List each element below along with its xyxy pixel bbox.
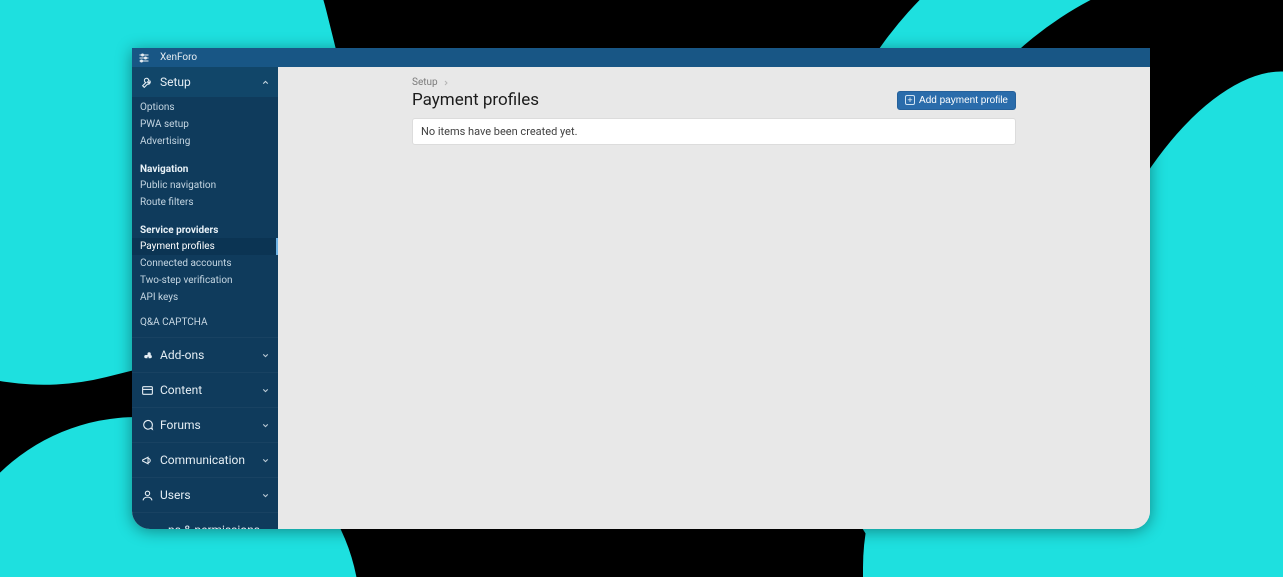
sidebar-item-public-navigation[interactable]: Public navigation bbox=[132, 177, 278, 194]
add-button-label: Add payment profile bbox=[919, 95, 1008, 106]
sidebar: Setup Options PWA setup Advertising Navi… bbox=[132, 67, 278, 529]
nav-section-content-label: Content bbox=[160, 383, 261, 397]
chevron-down-icon bbox=[261, 491, 270, 500]
main-content: Setup Payment profiles + Add payment pro… bbox=[278, 67, 1150, 529]
page-header-row: Payment profiles + Add payment profile bbox=[412, 90, 1016, 110]
topbar-brand[interactable]: XenForo bbox=[160, 52, 197, 63]
chevron-down-icon bbox=[261, 456, 270, 465]
sidebar-item-options[interactable]: Options bbox=[132, 99, 278, 116]
topbar: XenForo bbox=[132, 48, 1150, 67]
content-icon bbox=[140, 383, 154, 397]
user-icon bbox=[140, 488, 154, 502]
wrench-icon bbox=[140, 75, 154, 89]
nav-section-groups-permissions[interactable]: ps & permissions bbox=[132, 512, 278, 529]
nav-section-users-label: Users bbox=[160, 488, 261, 502]
sidebar-item-advertising[interactable]: Advertising bbox=[132, 133, 278, 150]
chevron-down-icon bbox=[261, 526, 270, 530]
sidebar-item-connected-accounts[interactable]: Connected accounts bbox=[132, 255, 278, 272]
sidebar-group-service-providers: Service providers bbox=[132, 219, 278, 238]
content-wrap: Setup Payment profiles + Add payment pro… bbox=[412, 77, 1016, 145]
nav-section-content[interactable]: Content bbox=[132, 372, 278, 407]
chevron-down-icon bbox=[261, 421, 270, 430]
sidebar-item-payment-profiles[interactable]: Payment profiles bbox=[132, 238, 278, 255]
add-payment-profile-button[interactable]: + Add payment profile bbox=[897, 91, 1016, 110]
app-window: XenForo Setup Options PWA setup Advertis… bbox=[132, 48, 1150, 529]
sidebar-item-api-keys[interactable]: API keys bbox=[132, 289, 278, 306]
sidebar-item-qa-captcha[interactable]: Q&A CAPTCHA bbox=[132, 314, 278, 331]
megaphone-icon bbox=[140, 453, 154, 467]
page-title: Payment profiles bbox=[412, 90, 539, 110]
nav-section-forums-label: Forums bbox=[160, 418, 261, 432]
nav-section-setup[interactable]: Setup bbox=[132, 67, 278, 97]
sidebar-item-route-filters[interactable]: Route filters bbox=[132, 194, 278, 211]
nav-section-communication-label: Communication bbox=[160, 453, 261, 467]
chevron-down-icon bbox=[261, 351, 270, 360]
breadcrumb: Setup bbox=[412, 77, 1016, 88]
chevron-up-icon bbox=[261, 78, 270, 87]
chat-icon bbox=[140, 418, 154, 432]
empty-state-message: No items have been created yet. bbox=[412, 118, 1016, 145]
nav-section-addons[interactable]: Add-ons bbox=[132, 337, 278, 372]
chevron-right-icon bbox=[442, 79, 450, 87]
nav-section-groups-permissions-label: ps & permissions bbox=[168, 523, 261, 529]
sliders-icon[interactable] bbox=[138, 52, 150, 64]
nav-section-communication[interactable]: Communication bbox=[132, 442, 278, 477]
nav-section-forums[interactable]: Forums bbox=[132, 407, 278, 442]
sidebar-item-two-step-verification[interactable]: Two-step verification bbox=[132, 272, 278, 289]
plus-square-icon: + bbox=[905, 95, 915, 105]
puzzle-icon bbox=[140, 348, 154, 362]
setup-sublist: Options PWA setup Advertising Navigation… bbox=[132, 97, 278, 337]
body-row: Setup Options PWA setup Advertising Navi… bbox=[132, 67, 1150, 529]
breadcrumb-setup[interactable]: Setup bbox=[412, 77, 438, 88]
nav-section-users[interactable]: Users bbox=[132, 477, 278, 512]
sidebar-group-navigation: Navigation bbox=[132, 158, 278, 177]
sidebar-item-pwa-setup[interactable]: PWA setup bbox=[132, 116, 278, 133]
chevron-down-icon bbox=[261, 386, 270, 395]
nav-section-addons-label: Add-ons bbox=[160, 348, 261, 362]
nav-section-setup-label: Setup bbox=[160, 75, 261, 89]
